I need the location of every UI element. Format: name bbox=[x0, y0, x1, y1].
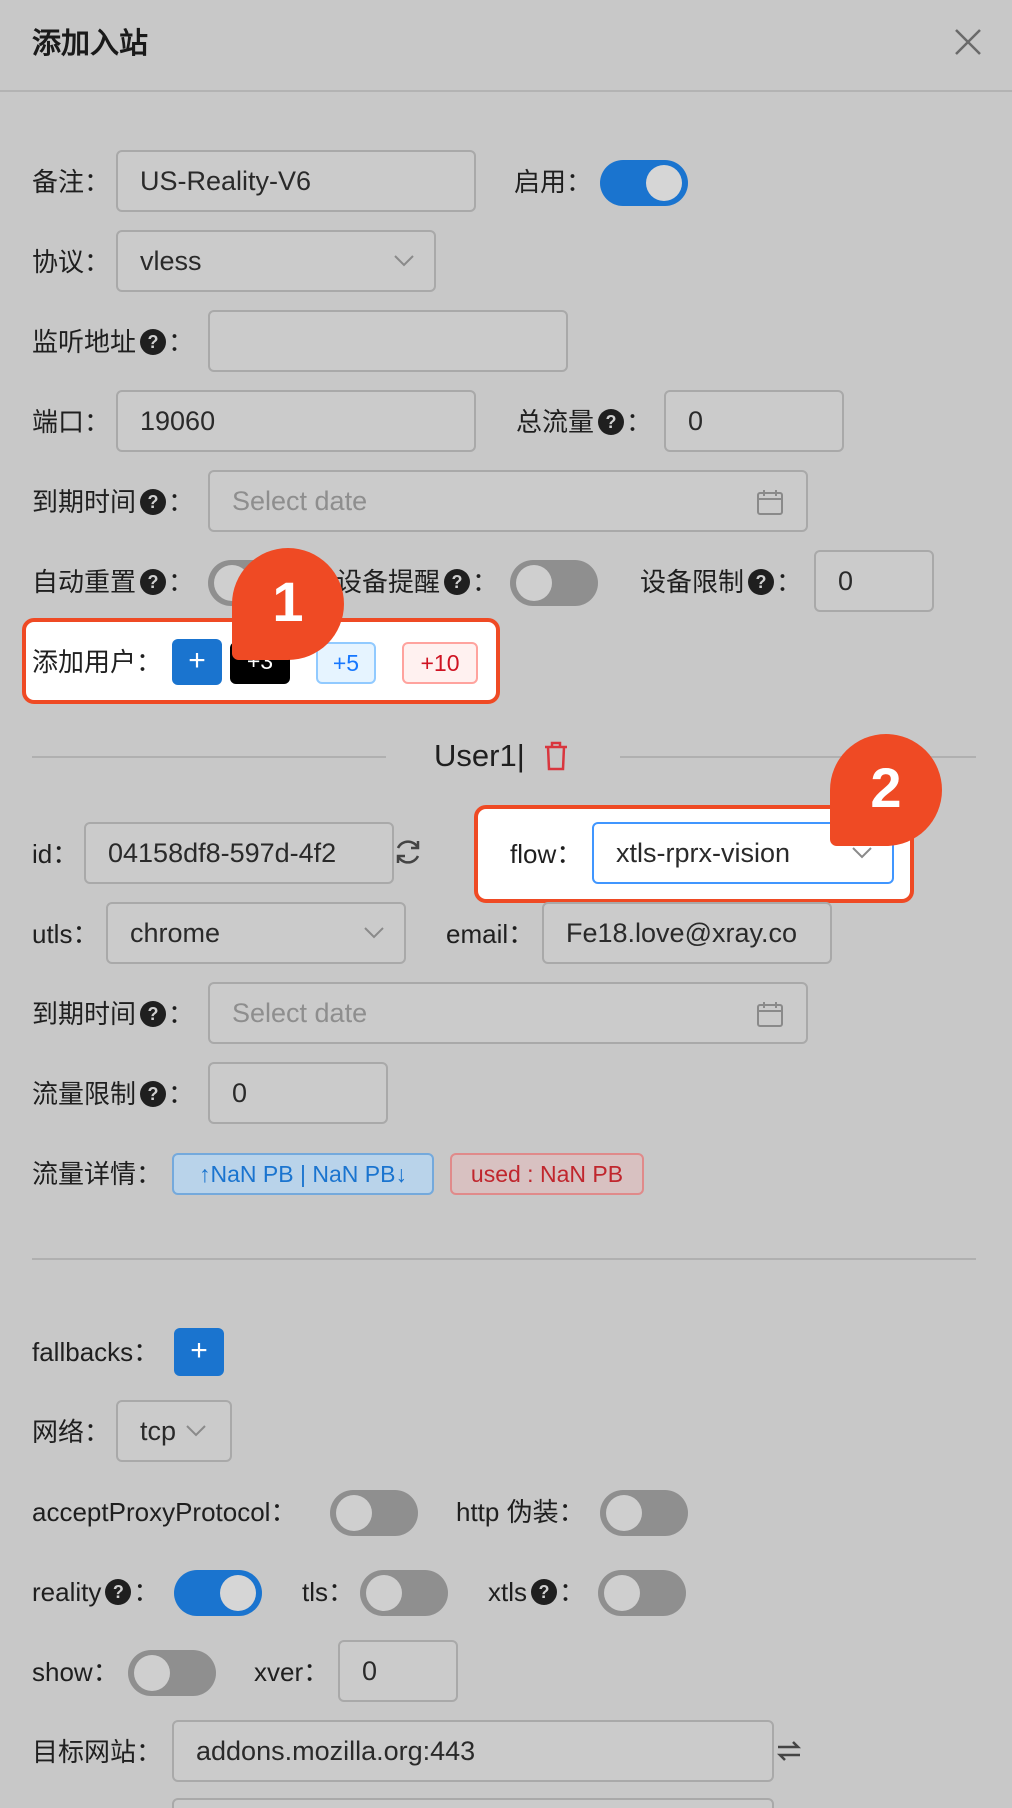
listen-label: 监听地址?： bbox=[32, 327, 195, 357]
modal-header: 添加入站 bbox=[0, 0, 1012, 92]
user-expire-date-picker[interactable]: Select date bbox=[208, 982, 808, 1044]
dest-input[interactable]: addons.mozilla.org:443 bbox=[172, 1720, 774, 1782]
flow-value: xtls-rprx-vision bbox=[616, 838, 791, 868]
user-heading: User1| bbox=[434, 738, 525, 773]
remark-label: 备注： bbox=[32, 167, 111, 197]
network-select[interactable]: tcp bbox=[116, 1400, 232, 1462]
xver-input[interactable]: 0 bbox=[338, 1640, 458, 1702]
http-label: http 伪装： bbox=[456, 1497, 585, 1527]
traffic-limit-label: 流量限制?： bbox=[32, 1079, 195, 1109]
annotation-badge-2: 2 bbox=[830, 734, 942, 846]
user-divider-left bbox=[32, 756, 386, 758]
port-label: 端口： bbox=[32, 407, 111, 437]
reality-label: reality?： bbox=[32, 1577, 160, 1607]
flow-label: flow： bbox=[510, 839, 583, 869]
date-placeholder: Select date bbox=[232, 998, 368, 1028]
auto-reset-label: 自动重置?： bbox=[32, 567, 195, 597]
reality-toggle[interactable] bbox=[174, 1570, 262, 1616]
question-icon[interactable]: ? bbox=[140, 489, 167, 516]
used-tag: used : NaN PB bbox=[450, 1153, 644, 1195]
total-input[interactable]: 0 bbox=[664, 390, 844, 452]
annotation-badge-1: 1 bbox=[232, 548, 344, 660]
calendar-icon bbox=[757, 490, 783, 515]
chevron-down-icon bbox=[852, 847, 872, 859]
next-input-partial[interactable] bbox=[172, 1798, 774, 1808]
dest-label: 目标网站： bbox=[32, 1737, 163, 1767]
add-user-label: 添加用户： bbox=[32, 647, 163, 677]
utls-value: chrome bbox=[130, 918, 221, 948]
device-limit-input[interactable]: 0 bbox=[814, 550, 934, 612]
id-input[interactable]: 04158df8-597d-4f2 bbox=[84, 822, 394, 884]
close-icon[interactable] bbox=[950, 24, 986, 60]
show-label: show： bbox=[32, 1657, 119, 1687]
accept-proxy-toggle[interactable] bbox=[330, 1490, 418, 1536]
question-icon[interactable]: ? bbox=[140, 569, 167, 596]
device-limit-label: 设备限制?： bbox=[640, 567, 803, 597]
add-5-users-button[interactable]: +5 bbox=[316, 642, 376, 684]
protocol-label: 协议： bbox=[32, 247, 111, 277]
modal-title: 添加入站 bbox=[32, 28, 149, 60]
trash-icon[interactable] bbox=[542, 740, 570, 772]
question-icon[interactable]: ? bbox=[598, 409, 625, 436]
show-toggle[interactable] bbox=[128, 1650, 216, 1696]
device-alert-label: 设备提醒?： bbox=[336, 567, 499, 597]
user-expire-label: 到期时间?： bbox=[32, 999, 195, 1029]
question-icon[interactable]: ? bbox=[444, 569, 471, 596]
total-label: 总流量?： bbox=[516, 407, 653, 437]
network-value: tcp bbox=[140, 1416, 177, 1446]
date-placeholder: Select date bbox=[232, 486, 368, 516]
question-icon[interactable]: ? bbox=[140, 1001, 167, 1028]
enable-toggle[interactable] bbox=[600, 160, 688, 206]
traffic-limit-input[interactable]: 0 bbox=[208, 1062, 388, 1124]
xver-label: xver： bbox=[254, 1657, 330, 1687]
accept-proxy-label: acceptProxyProtocol： bbox=[32, 1497, 297, 1527]
question-icon[interactable]: ? bbox=[531, 1579, 557, 1606]
traffic-tag: ↑NaN PB | NaN PB↓ bbox=[172, 1153, 434, 1195]
question-icon[interactable]: ? bbox=[140, 329, 167, 356]
question-icon[interactable]: ? bbox=[748, 569, 775, 596]
protocol-value: vless bbox=[140, 246, 202, 276]
id-label: id： bbox=[32, 839, 79, 869]
add-user-button[interactable]: + bbox=[172, 639, 222, 685]
calendar-icon bbox=[757, 1002, 783, 1027]
device-alert-toggle[interactable] bbox=[510, 560, 598, 606]
swap-icon[interactable] bbox=[774, 1736, 804, 1766]
listen-input[interactable] bbox=[208, 310, 568, 372]
fallbacks-label: fallbacks： bbox=[32, 1337, 160, 1367]
enable-label: 启用： bbox=[514, 167, 593, 197]
xtls-label: xtls?： bbox=[488, 1577, 586, 1607]
expire-label: 到期时间?： bbox=[32, 487, 195, 517]
tls-toggle[interactable] bbox=[360, 1570, 448, 1616]
email-input[interactable]: Fe18.love@xray.co bbox=[542, 902, 832, 964]
traffic-detail-label: 流量详情： bbox=[32, 1159, 163, 1189]
utls-label: utls： bbox=[32, 919, 99, 949]
tls-label: tls： bbox=[302, 1577, 355, 1607]
protocol-select[interactable]: vless bbox=[116, 230, 436, 292]
refresh-icon[interactable] bbox=[392, 836, 424, 868]
chevron-down-icon bbox=[364, 927, 384, 939]
remark-input[interactable]: US-Reality-V6 bbox=[116, 150, 476, 212]
question-icon[interactable]: ? bbox=[105, 1579, 132, 1606]
add-10-users-button[interactable]: +10 bbox=[402, 642, 478, 684]
question-icon[interactable]: ? bbox=[140, 1081, 167, 1108]
add-fallback-button[interactable]: + bbox=[174, 1328, 224, 1376]
email-label: email： bbox=[446, 919, 535, 949]
network-label: 网络： bbox=[32, 1417, 111, 1447]
expire-date-picker[interactable]: Select date bbox=[208, 470, 808, 532]
xtls-toggle[interactable] bbox=[598, 1570, 686, 1616]
port-input[interactable]: 19060 bbox=[116, 390, 476, 452]
chevron-down-icon bbox=[186, 1425, 206, 1437]
chevron-down-icon bbox=[394, 255, 414, 267]
section-divider bbox=[32, 1258, 976, 1260]
utls-select[interactable]: chrome bbox=[106, 902, 406, 964]
http-toggle[interactable] bbox=[600, 1490, 688, 1536]
